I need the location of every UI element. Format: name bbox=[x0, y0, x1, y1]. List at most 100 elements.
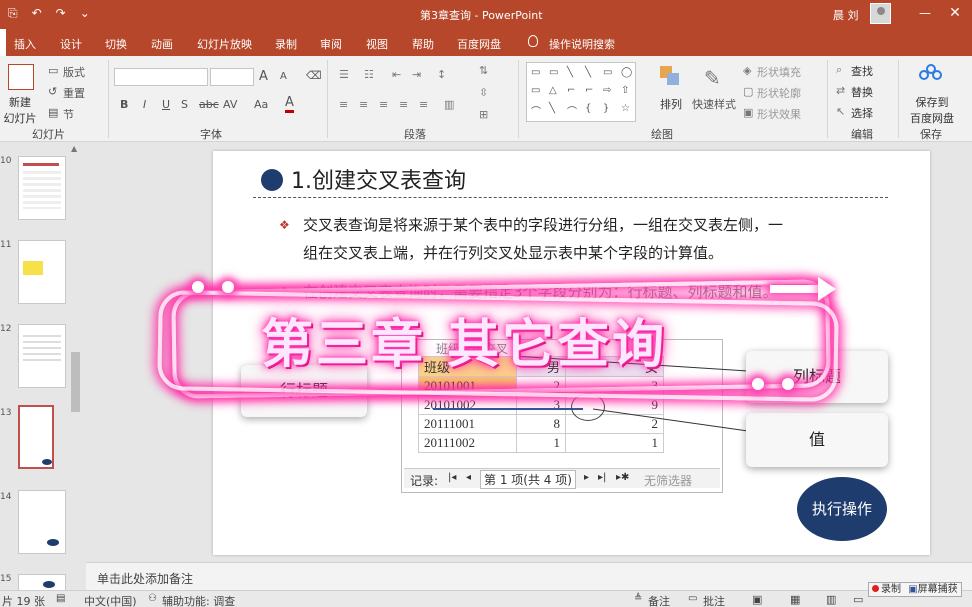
accessibility-status[interactable]: 辅助功能: 调查 bbox=[162, 593, 235, 607]
shape-fill-button[interactable]: 形状填充 bbox=[757, 64, 801, 80]
arrange-icon bbox=[658, 64, 682, 88]
notes-toggle[interactable]: 备注 bbox=[648, 593, 670, 607]
slide-thumbnail[interactable] bbox=[18, 240, 66, 304]
section-icon: ▤ bbox=[48, 106, 59, 119]
shape-outline-icon: ▢ bbox=[743, 85, 754, 98]
tab-record[interactable]: 录制 bbox=[275, 36, 297, 52]
slideshow-view-icon[interactable]: ▭ bbox=[853, 593, 863, 606]
group-label-drawing: 绘图 bbox=[651, 128, 673, 141]
thumbnail-scrollbar[interactable]: ▲ bbox=[68, 142, 83, 562]
language-indicator[interactable]: 中文(中国) bbox=[84, 593, 137, 607]
comments-icon: ▭ bbox=[688, 593, 698, 604]
neon-dot bbox=[192, 281, 204, 293]
shape-outline-button[interactable]: 形状轮廓 bbox=[757, 85, 801, 101]
user-avatar[interactable] bbox=[870, 3, 891, 24]
shrink-font-button[interactable]: A bbox=[280, 71, 287, 82]
user-name[interactable]: 晨 刘 bbox=[833, 7, 859, 23]
tab-view[interactable]: 视图 bbox=[366, 36, 388, 52]
slide-thumbnail-selected[interactable] bbox=[18, 405, 54, 469]
thumbnail-number: 14 bbox=[0, 492, 12, 502]
tab-animations[interactable]: 动画 bbox=[151, 36, 173, 52]
grow-font-button[interactable]: A bbox=[259, 69, 268, 84]
tab-baidu[interactable]: 百度网盘 bbox=[457, 36, 501, 52]
arrange-button[interactable]: 排列 bbox=[660, 96, 682, 112]
smartart-icon[interactable]: ⊞ bbox=[479, 108, 488, 121]
minimize-button[interactable]: — bbox=[915, 6, 935, 20]
normal-view-icon[interactable]: ▣ bbox=[752, 593, 762, 606]
align-left-icon[interactable]: ≡ bbox=[339, 98, 348, 111]
quick-styles-button[interactable]: 快速样式 bbox=[692, 96, 736, 112]
tell-me-search[interactable]: 操作说明搜索 bbox=[549, 36, 615, 52]
screen-recorder-badge[interactable]: 录制 ▣屏幕捕获 bbox=[868, 582, 962, 597]
strike-button[interactable]: abc bbox=[199, 98, 219, 111]
layout-button[interactable]: 版式 bbox=[63, 64, 85, 80]
distribute-icon[interactable]: ≡ bbox=[419, 98, 428, 111]
notes-pane[interactable]: 单击此处添加备注 bbox=[86, 562, 972, 590]
line-spacing-icon[interactable]: ↕ bbox=[437, 68, 446, 81]
decrease-indent-icon[interactable]: ⇤ bbox=[392, 68, 401, 81]
slide-thumbnails-pane: 10 11 12 13 14 15 bbox=[0, 142, 70, 594]
neon-dot bbox=[222, 281, 234, 293]
align-center-icon[interactable]: ≡ bbox=[359, 98, 368, 111]
align-right-icon[interactable]: ≡ bbox=[379, 98, 388, 111]
tab-design[interactable]: 设计 bbox=[60, 36, 82, 52]
slide-thumbnail[interactable] bbox=[18, 324, 66, 388]
font-name-box[interactable] bbox=[114, 68, 208, 86]
notes-icon: ≜ bbox=[634, 593, 643, 604]
record-button[interactable]: 录制 bbox=[881, 584, 901, 595]
reset-button[interactable]: 重置 bbox=[63, 85, 85, 101]
tab-transitions[interactable]: 切换 bbox=[105, 36, 127, 52]
scrollbar-thumb[interactable] bbox=[71, 352, 80, 412]
reading-view-icon[interactable]: ▥ bbox=[826, 593, 836, 606]
change-case-button[interactable]: Aa bbox=[254, 98, 268, 111]
find-button[interactable]: 查找 bbox=[851, 63, 873, 79]
screen-capture-button[interactable]: 屏幕捕获 bbox=[918, 584, 958, 595]
new-slide-button[interactable]: 新建 幻灯片 bbox=[2, 94, 38, 126]
redo-icon[interactable]: ↷ bbox=[56, 6, 66, 21]
clear-format-icon[interactable]: ⌫ bbox=[306, 69, 322, 82]
bullets-icon[interactable]: ☰ bbox=[339, 68, 349, 81]
underline-button[interactable]: U bbox=[162, 98, 170, 111]
save-to-baidu-button[interactable]: 保存到 百度网盘 bbox=[906, 94, 958, 126]
justify-icon[interactable]: ≡ bbox=[399, 98, 408, 111]
tab-review[interactable]: 审阅 bbox=[320, 36, 342, 52]
group-label-save: 保存 bbox=[920, 128, 942, 141]
char-spacing-button[interactable]: AV bbox=[223, 98, 237, 111]
text-direction-icon[interactable]: ⇅ bbox=[479, 64, 488, 77]
replace-button[interactable]: 替换 bbox=[851, 84, 873, 100]
spellcheck-icon[interactable]: ▤ bbox=[56, 593, 65, 604]
reset-icon: ↺ bbox=[48, 85, 58, 98]
shadow-button[interactable]: S bbox=[181, 98, 188, 111]
undo-icon[interactable]: ↶ bbox=[32, 6, 42, 21]
font-color-button[interactable]: A bbox=[285, 96, 294, 113]
chapter-title-overlay: 第三章 其它查询 bbox=[261, 315, 668, 375]
slide-sorter-icon[interactable]: ▦ bbox=[790, 593, 800, 606]
tab-insert[interactable]: 插入 bbox=[14, 36, 36, 52]
customize-qat-icon[interactable]: ⌄ bbox=[80, 6, 90, 21]
execute-action-badge[interactable]: 执行操作 bbox=[797, 477, 887, 541]
slide-thumbnail[interactable] bbox=[18, 490, 66, 554]
tab-help[interactable]: 帮助 bbox=[412, 36, 434, 52]
notes-placeholder[interactable]: 单击此处添加备注 bbox=[97, 570, 193, 587]
align-text-icon[interactable]: ⇳ bbox=[479, 86, 488, 99]
scroll-up-icon[interactable]: ▲ bbox=[71, 144, 77, 153]
shapes-gallery[interactable]: ▭ ▭ ╲ ╲ ▭ ◯ ▭ △ ⌐ ⌐ ⇨ ⇧ ⌒ ╲ ⌒{} ☆ bbox=[526, 62, 636, 122]
bold-button[interactable]: B bbox=[120, 98, 128, 111]
columns-icon[interactable]: ▥ bbox=[444, 98, 454, 111]
select-button[interactable]: 选择 bbox=[851, 105, 873, 121]
increase-indent-icon[interactable]: ⇥ bbox=[412, 68, 421, 81]
numbering-icon[interactable]: ☷ bbox=[364, 68, 374, 81]
save-icon[interactable]: ⎘ bbox=[8, 6, 18, 21]
neon-dot bbox=[752, 378, 764, 390]
italic-button[interactable]: I bbox=[143, 98, 146, 111]
shape-effects-button[interactable]: 形状效果 bbox=[757, 106, 801, 122]
close-button[interactable]: ✕ bbox=[945, 5, 965, 21]
comments-toggle[interactable]: 批注 bbox=[703, 593, 725, 607]
thumbnail-number: 11 bbox=[0, 240, 12, 250]
section-button[interactable]: 节 bbox=[63, 106, 74, 122]
tab-slideshow[interactable]: 幻灯片放映 bbox=[197, 36, 252, 52]
slide-thumbnail[interactable] bbox=[18, 156, 66, 220]
value-callout[interactable]: 值 bbox=[746, 413, 888, 467]
tab-file[interactable] bbox=[0, 29, 6, 56]
font-size-box[interactable] bbox=[210, 68, 254, 86]
